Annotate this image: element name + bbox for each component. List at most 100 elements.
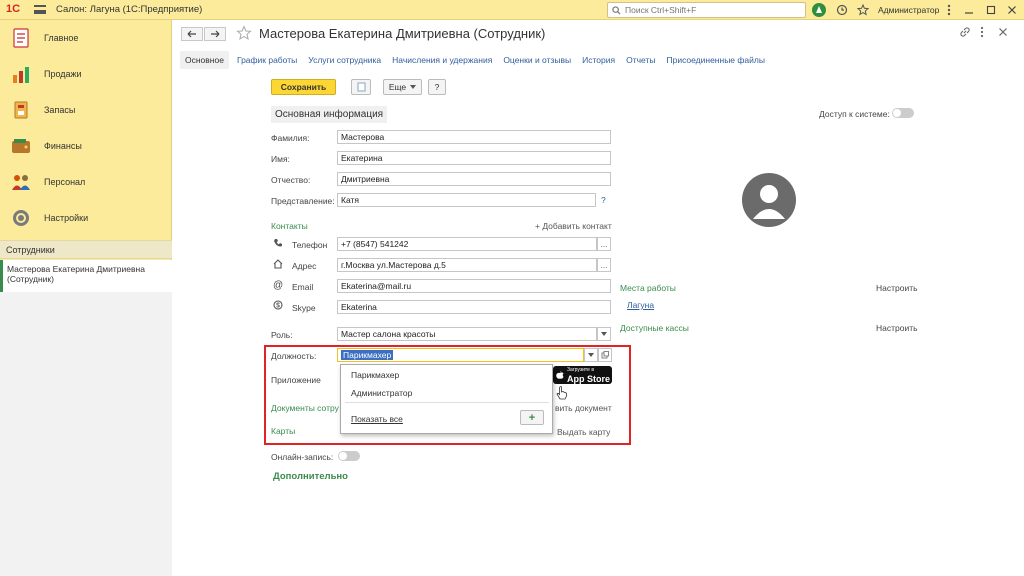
app-store-badge[interactable]: Загрузите в App Store xyxy=(553,366,612,384)
sidebar-item-label: Продажи xyxy=(44,69,82,79)
sidebar-item-label: Запасы xyxy=(44,105,76,115)
cards-title: Карты xyxy=(271,426,296,436)
sidebar-item-main[interactable]: Главное xyxy=(0,22,172,54)
sidebar-item-sales[interactable]: Продажи xyxy=(0,58,172,90)
tab-history[interactable]: История xyxy=(582,55,615,65)
app-title: Салон: Лагуна (1С:Предприятие) xyxy=(56,4,203,15)
phone-label: Телефон xyxy=(292,240,328,250)
position-field[interactable]: Парикмахер xyxy=(337,348,584,362)
chevron-down-icon xyxy=(410,85,417,89)
stock-box-icon xyxy=(14,101,28,119)
form-tabs: Основное График работы Услуги сотрудника… xyxy=(180,50,776,70)
sales-chart-icon xyxy=(13,67,29,83)
document-icon xyxy=(357,82,365,92)
open-window-item[interactable]: Мастерова Екатерина Дмитриевна (Сотрудни… xyxy=(0,260,172,292)
app-store-big-text: App Store xyxy=(567,373,611,384)
sidebar-item-personnel[interactable]: Персонал xyxy=(0,166,172,198)
more-button[interactable]: Еще xyxy=(383,79,422,95)
more-vertical-icon[interactable] xyxy=(942,3,956,17)
role-dropdown-button[interactable] xyxy=(597,327,611,341)
arrow-right-icon xyxy=(211,30,220,38)
position-dropdown-list: Парикмахер Администратор Показать все + xyxy=(340,364,553,434)
dropdown-option-administrator[interactable]: Администратор xyxy=(351,388,412,398)
middlename-field[interactable]: Дмитриевна xyxy=(337,172,611,186)
help-button[interactable]: ? xyxy=(428,79,446,95)
history-icon[interactable] xyxy=(835,3,849,17)
issue-card-link[interactable]: Выдать карту xyxy=(557,427,610,437)
work-place-laguna[interactable]: Лагуна xyxy=(627,300,654,310)
phone-field[interactable]: +7 (8547) 541242 xyxy=(337,237,597,251)
back-button[interactable] xyxy=(181,27,203,41)
lastname-label: Фамилия: xyxy=(271,133,310,143)
position-label: Должность: xyxy=(271,351,317,361)
favorite-star-icon[interactable] xyxy=(236,25,252,41)
minimize-icon[interactable] xyxy=(962,3,976,17)
close-form-icon[interactable] xyxy=(998,27,1008,37)
link-icon[interactable] xyxy=(959,26,971,38)
access-label: Доступ к системе: xyxy=(819,109,890,119)
tab-schedule[interactable]: График работы xyxy=(237,55,297,65)
arrow-left-icon xyxy=(187,30,196,38)
sidebar: Главное Продажи Запасы Финансы Персонал … xyxy=(0,20,172,576)
save-button[interactable]: Сохранить xyxy=(271,79,336,95)
role-label: Роль: xyxy=(271,330,293,340)
display-help-link[interactable]: ? xyxy=(601,195,606,205)
work-places-setup-link[interactable]: Настроить xyxy=(876,283,918,293)
favorites-star-icon[interactable] xyxy=(856,3,870,17)
dropdown-option-hairdresser[interactable]: Парикмахер xyxy=(351,370,399,380)
sidebar-item-label: Персонал xyxy=(44,177,86,187)
cash-registers-setup-link[interactable]: Настроить xyxy=(876,323,918,333)
notification-icon[interactable] xyxy=(812,3,826,17)
email-field[interactable]: Ekaterina@mail.ru xyxy=(337,279,611,293)
additional-section-link[interactable]: Дополнительно xyxy=(273,471,348,482)
position-open-button[interactable] xyxy=(598,348,612,362)
tab-payroll[interactable]: Начисления и удержания xyxy=(392,55,492,65)
tab-main[interactable]: Основное xyxy=(180,51,229,69)
sidebar-item-settings[interactable]: Настройки xyxy=(0,202,172,234)
online-booking-toggle[interactable] xyxy=(338,451,360,461)
add-document-link[interactable]: вить документ xyxy=(555,403,612,413)
phone-select-button[interactable]: ... xyxy=(597,237,611,251)
avatar[interactable] xyxy=(742,173,796,227)
search-icon xyxy=(612,5,621,15)
tab-reviews[interactable]: Оценки и отзывы xyxy=(503,55,571,65)
contacts-title: Контакты xyxy=(271,221,308,231)
hand-cursor-icon xyxy=(556,386,568,400)
more-vertical-icon[interactable] xyxy=(980,26,984,38)
forward-button[interactable] xyxy=(204,27,226,41)
dropdown-separator xyxy=(345,402,549,403)
menu-icon[interactable] xyxy=(34,5,46,14)
address-select-button[interactable]: ... xyxy=(597,258,611,272)
current-user[interactable]: Администратор xyxy=(878,5,939,15)
role-field[interactable]: Мастер салона красоты xyxy=(337,327,597,341)
position-dropdown-button[interactable] xyxy=(584,348,598,362)
display-name-label: Представление: xyxy=(271,196,335,206)
access-toggle[interactable] xyxy=(892,108,914,118)
firstname-field[interactable]: Екатерина xyxy=(337,151,611,165)
app-label: Приложение xyxy=(271,375,321,385)
dropdown-add-button[interactable]: + xyxy=(520,410,544,425)
close-icon[interactable] xyxy=(1005,3,1019,17)
sidebar-item-finance[interactable]: Финансы xyxy=(0,130,172,162)
phone-icon xyxy=(274,239,282,247)
document-form: Мастерова Екатерина Дмитриевна (Сотрудни… xyxy=(172,20,1024,576)
global-search[interactable] xyxy=(607,2,806,18)
house-icon xyxy=(273,259,283,269)
skype-field[interactable]: Ekaterina xyxy=(337,300,611,314)
add-contact-link[interactable]: + Добавить контакт xyxy=(535,221,612,231)
sidebar-item-stock[interactable]: Запасы xyxy=(0,94,172,126)
tab-reports[interactable]: Отчеты xyxy=(626,55,655,65)
search-input[interactable] xyxy=(625,5,795,15)
display-name-field[interactable]: Катя xyxy=(337,193,596,207)
app-store-small-text: Загрузите в xyxy=(567,366,594,373)
print-button[interactable] xyxy=(351,79,371,95)
address-label: Адрес xyxy=(292,261,317,271)
address-field[interactable]: г.Москва ул.Мастерова д.5 xyxy=(337,258,597,272)
chevron-down-icon xyxy=(588,353,594,357)
lastname-field[interactable]: Мастерова xyxy=(337,130,611,144)
tab-attached-files[interactable]: Присоединенные файлы xyxy=(666,55,764,65)
maximize-icon[interactable] xyxy=(984,3,998,17)
tab-services[interactable]: Услуги сотрудника xyxy=(308,55,381,65)
at-sign-icon: @ xyxy=(273,280,284,291)
show-all-link[interactable]: Показать все xyxy=(351,414,403,424)
